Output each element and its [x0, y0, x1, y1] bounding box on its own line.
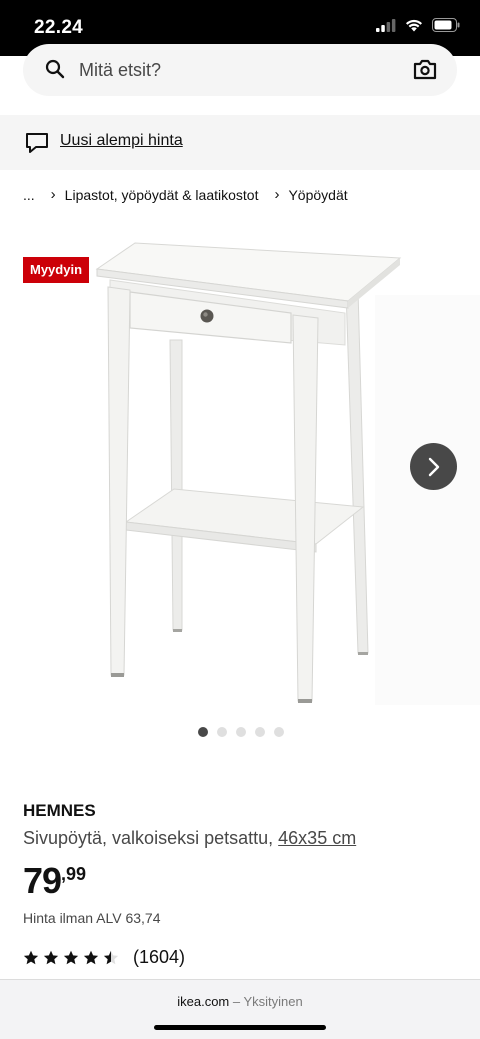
carousel-dot[interactable] [255, 727, 265, 737]
chevron-right-icon: › [274, 186, 280, 203]
browser-address-bar[interactable]: ikea.com – Yksityinen [0, 979, 480, 1039]
search-placeholder: Mitä etsit? [79, 60, 162, 80]
price-without-vat: Hinta ilman ALV 63,74 [23, 910, 161, 926]
chevron-right-icon [428, 457, 439, 476]
home-indicator[interactable] [154, 1025, 326, 1030]
carousel-dot[interactable] [236, 727, 246, 737]
wifi-icon [406, 19, 422, 31]
breadcrumb-ellipsis[interactable]: ... [23, 187, 35, 203]
promo-link[interactable]: Uusi alempi hinta [60, 132, 183, 150]
rating-stars [23, 950, 119, 966]
product-name[interactable]: HEMNES [23, 801, 96, 821]
browser-url[interactable]: ikea.com – Yksityinen [0, 994, 480, 1009]
chevron-right-icon: › [50, 186, 56, 203]
breadcrumb-item-category[interactable]: Lipastot, yöpöydät & laatikostot [65, 187, 259, 203]
review-count: (1604) [133, 947, 186, 967]
star-icon [83, 950, 99, 964]
price-integer: 79 [23, 860, 62, 901]
star-icon [103, 950, 119, 964]
search-icon [45, 59, 65, 79]
carousel-dots [198, 727, 284, 737]
signal-icon [376, 18, 396, 32]
battery-icon [432, 18, 460, 32]
search-input[interactable]: Mitä etsit? [23, 44, 457, 96]
product-image[interactable] [0, 235, 480, 715]
next-image-button[interactable] [410, 443, 457, 490]
star-icon [23, 950, 39, 964]
star-icon [43, 950, 59, 964]
message-icon [26, 133, 48, 153]
status-time: 22.24 [34, 17, 84, 38]
camera-icon[interactable] [413, 58, 437, 80]
product-description: Sivupöytä, valkoiseksi petsattu, 46x35 c… [23, 828, 356, 849]
price-decimals: ,99 [61, 864, 87, 884]
browser-domain: ikea.com [177, 994, 230, 1009]
product-price: 79,99 [23, 860, 86, 902]
bestseller-badge: Myydyin [23, 257, 90, 283]
promo-banner[interactable]: Uusi alempi hinta [0, 115, 480, 170]
status-icons [376, 18, 460, 32]
breadcrumb-item-current[interactable]: Yöpöydät [288, 187, 347, 203]
star-icon [63, 950, 79, 964]
carousel-dot[interactable] [217, 727, 227, 737]
browser-mode: – Yksityinen [232, 994, 303, 1009]
product-size-link[interactable]: 46x35 cm [278, 828, 356, 848]
search-section: Mitä etsit? [0, 44, 480, 110]
carousel-dot[interactable] [274, 727, 284, 737]
carousel-dot[interactable] [198, 727, 208, 737]
product-rating[interactable]: (1604) [23, 947, 185, 968]
product-description-text: Sivupöytä, valkoiseksi petsattu, [23, 828, 274, 848]
breadcrumb: ... › Lipastot, yöpöydät & laatikostot ›… [23, 186, 348, 203]
